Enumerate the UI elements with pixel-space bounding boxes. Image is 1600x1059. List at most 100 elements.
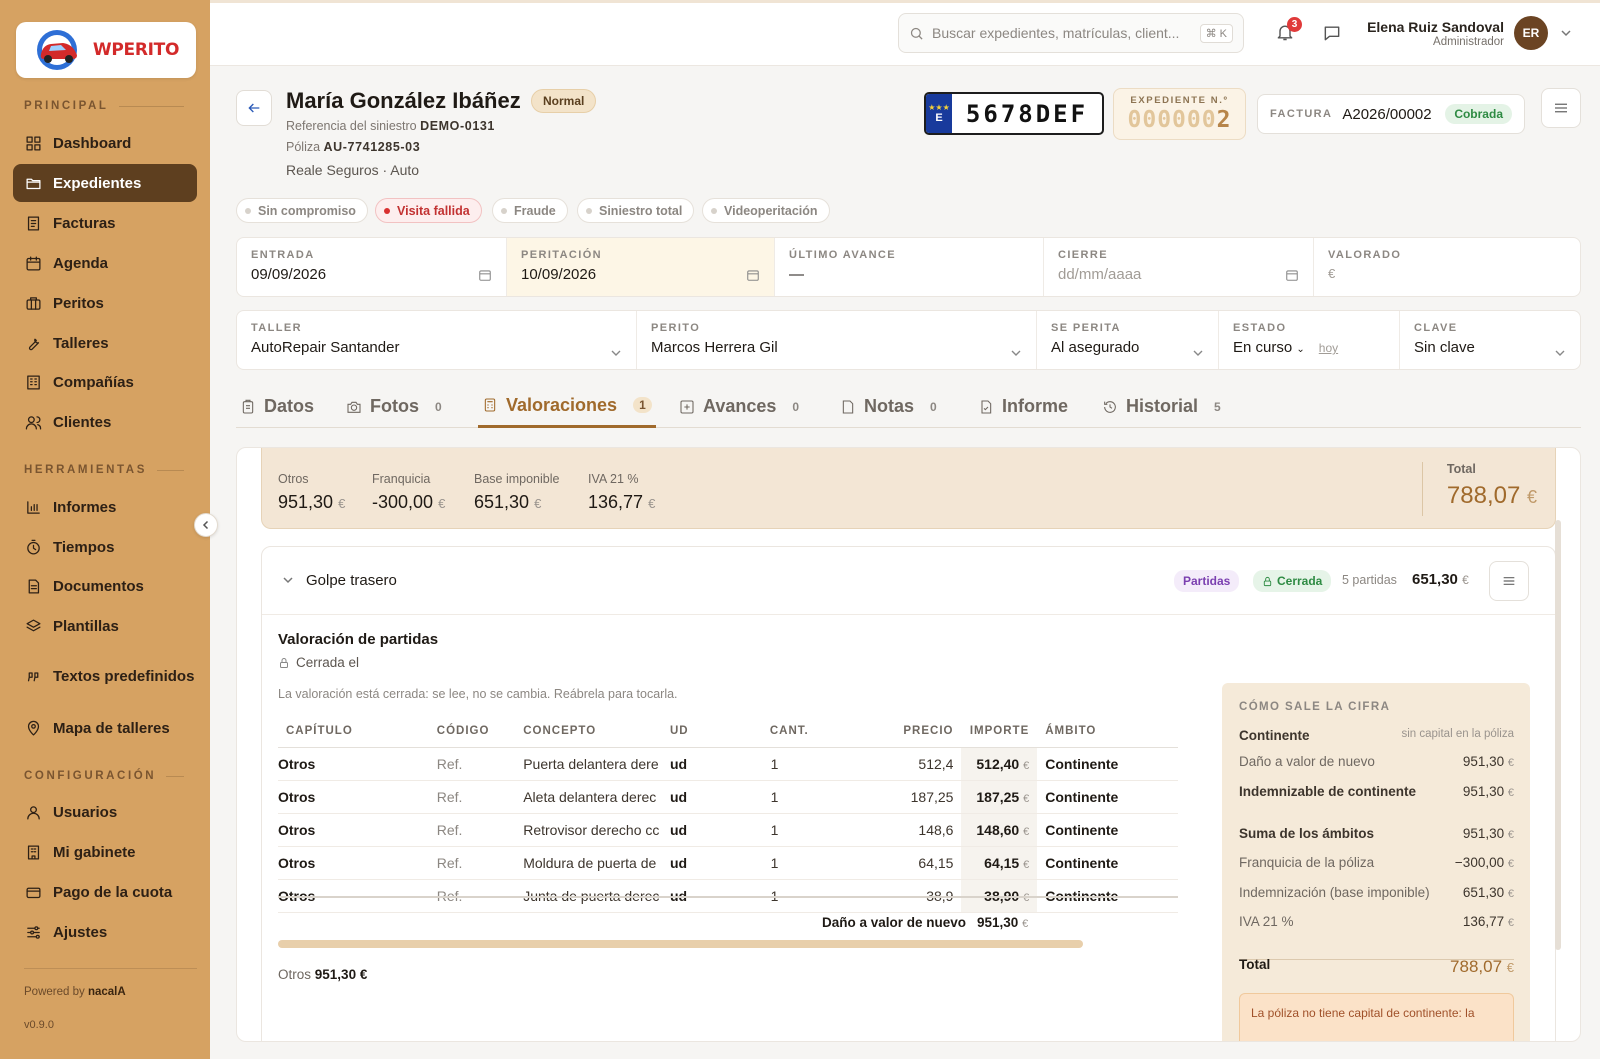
calendar-icon[interactable] [1285,268,1299,282]
search-input[interactable]: Buscar expedientes, matrículas, client..… [898,13,1244,53]
sidebar-divider [24,968,197,969]
powered-by: Powered by nacalA [24,986,126,998]
user-role: Administrador [1433,36,1504,48]
priority-badge[interactable]: Normal [531,89,597,113]
ambito-cell: Continente [1037,846,1178,880]
flag-siniestro-total[interactable]: Siniestro total [577,198,695,223]
summary-iva: IVA 21 % 136,77 € [588,472,656,512]
flag-visita-fallida[interactable]: Visita fallida [375,198,482,223]
tab-valoraciones[interactable]: Valoraciones 1 [478,385,656,428]
flag-sin-compromiso[interactable]: Sin compromiso [236,198,368,223]
message-icon[interactable] [1322,23,1342,43]
table-row[interactable]: Otros Ref. Retrovisor derecho cc ud 1 148,6 14… [278,813,1178,847]
table-row[interactable]: Otros Ref. Aleta delantera derec ud 1 187,25 1… [278,780,1178,814]
entrada-field[interactable]: ENTRADA 09/09/2026 [237,238,507,296]
tab-avances[interactable]: Avances 0 [679,385,799,428]
sidebar-item-documentos[interactable]: Documentos [13,567,197,605]
table-row[interactable]: Otros Ref. Moldura de puerta de ud 1 64,15 64,… [278,846,1178,880]
hoy-link[interactable]: hoy [1319,341,1338,355]
capitulo-cell: Otros [278,846,429,880]
taller-select[interactable]: TALLER AutoRepair Santander [237,311,637,369]
camera-icon [347,401,361,413]
calendar-icon[interactable] [478,268,492,282]
tab-notas[interactable]: Notas 0 [840,385,937,428]
notification-badge: 3 [1287,17,1302,32]
valorado-field[interactable]: VALORADO € [1314,238,1580,296]
sidebar-item-companias[interactable]: Compañías [13,363,197,401]
back-button[interactable] [236,90,272,126]
sidebar-item-facturas[interactable]: Facturas [13,204,197,242]
calc-row: Daño a valor de nuevo 951,30 € [1239,754,1514,769]
sidebar-item-informes[interactable]: Informes [13,488,197,526]
folder-icon [26,178,41,189]
sidebar-item-talleres[interactable]: Talleres [13,324,197,362]
sidebar-item-textos-predefinidos[interactable]: Textos predefinidos [13,652,197,700]
sidebar-item-dashboard[interactable]: Dashboard [13,124,197,162]
calendar-icon[interactable] [746,268,760,282]
avatar[interactable]: ER [1514,16,1548,50]
car-logo-icon [33,27,85,73]
flag-videoperitacion[interactable]: Videoperitación [702,198,830,223]
sidebar-item-plantillas[interactable]: Plantillas [13,607,197,645]
sidebar-item-peritos[interactable]: Peritos [13,284,197,322]
capitulo-cell: Otros [278,813,429,847]
concepto-cell: Aleta delantera derec [515,780,662,814]
sidebar-collapse-button[interactable] [194,513,218,537]
flag-fraude[interactable]: Fraude [492,198,568,223]
sidebar: WPERITO PRINCIPAL Dashboard Expedientes … [0,0,210,1059]
sidebar-item-label: Mapa de talleres [53,719,170,737]
bar-chart-icon [27,500,40,514]
tab-historial[interactable]: Historial 5 [1102,385,1221,428]
quote-icon [27,671,39,681]
tab-informe[interactable]: Informe [978,385,1068,428]
sidebar-item-expedientes[interactable]: Expedientes [13,164,197,202]
perito-select[interactable]: PERITO Marcos Herrera Gil [637,311,1037,369]
precio-cell: 148,6 [816,813,962,847]
logo-text: WPERITO [92,40,180,60]
app-logo[interactable]: WPERITO [16,22,196,78]
sidebar-item-usuarios[interactable]: Usuarios [13,793,197,831]
group-menu-button[interactable] [1489,561,1529,601]
scrollbar[interactable] [1555,520,1561,950]
clipboard-icon [242,399,254,414]
chapter-progress-bar [278,940,1083,948]
invoice-box[interactable]: FACTURA A2026/00002 Cobrada [1257,94,1525,134]
clave-select[interactable]: CLAVE Sin clave [1400,311,1580,369]
cantidad-cell: 1 [732,813,817,847]
case-number-prefix: 000000 [1127,107,1217,133]
sidebar-item-tiempos[interactable]: Tiempos [13,528,197,566]
tab-fotos[interactable]: Fotos 0 [346,385,442,428]
table-row[interactable]: Otros Ref. Puerta delantera dere ud 1 512,4 51… [278,747,1178,781]
tab-datos[interactable]: Datos [240,385,314,428]
peritacion-field[interactable]: PERITACIÓN 10/09/2026 [507,238,775,296]
sidebar-item-mi-gabinete[interactable]: Mi gabinete [13,833,197,871]
sidebar-item-pago-cuota[interactable]: Pago de la cuota [13,873,197,911]
users-icon [25,415,42,430]
group-header[interactable]: Golpe trasero Partidas Cerrada 5 partida… [262,547,1555,615]
plate-number: 5678DEF [965,99,1089,128]
valuation-title: Valoración de partidas [278,631,439,648]
codigo-cell: Ref. [428,813,516,847]
sidebar-item-agenda[interactable]: Agenda [13,244,197,282]
se-perita-select[interactable]: SE PERITA Al asegurado [1037,311,1219,369]
header-menu-button[interactable] [1541,88,1581,128]
calc-alert: La póliza no tiene capital de continente… [1239,993,1514,1041]
estado-select[interactable]: ESTADO En curso ⌄ hoy [1219,311,1400,369]
calc-row: Indemnización (base imponible) 651,30 € [1239,885,1514,900]
calc-title: CÓMO SALE LA CIFRA [1239,701,1391,713]
calc-row: Franquicia de la póliza −300,00 € [1239,855,1514,870]
calc-total: Total 788,07 € [1239,957,1514,976]
user-name[interactable]: Elena Ruiz Sandoval [1367,19,1504,35]
sidebar-item-clientes[interactable]: Clientes [13,403,197,441]
sidebar-item-label: Usuarios [53,803,118,821]
sidebar-item-ajustes[interactable]: Ajustes [13,913,197,951]
footer-label: Daño a valor de nuevo [822,915,967,930]
footer-value: 951,30 € [977,915,1029,930]
sidebar-item-mapa-talleres[interactable]: Mapa de talleres [13,709,197,747]
cierre-field[interactable]: CIERRE dd/mm/aaaa [1044,238,1314,296]
sidebar-item-label: Pago de la cuota [53,883,173,901]
chevron-down-icon[interactable] [1560,27,1572,39]
chevron-down-icon[interactable] [282,574,294,586]
calc-section: Continente sin capital en la póliza [1239,728,1514,743]
valoraciones-panel: Otros 951,30 € Franquicia -300,00 € Base i… [236,447,1581,1042]
